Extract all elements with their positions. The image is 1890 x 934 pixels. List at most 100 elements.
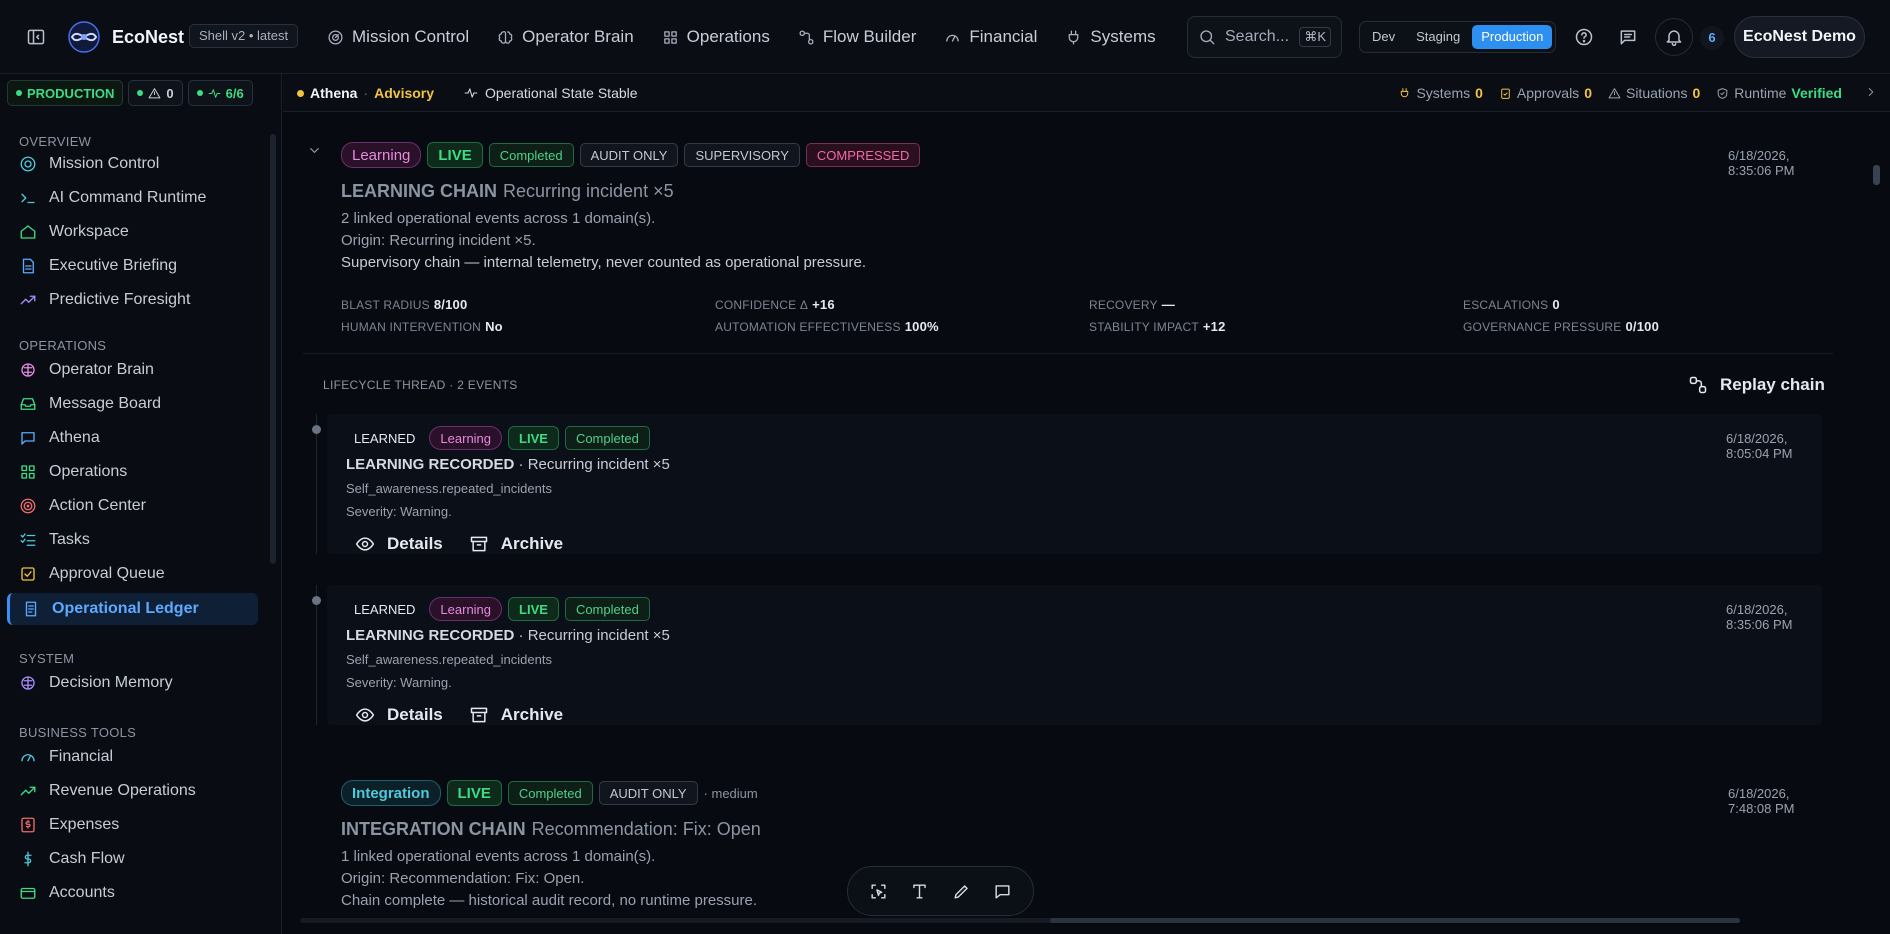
sidebar-item-athena[interactable]: Athena (7, 422, 258, 454)
status-strip: Athena · Advisory Operational State Stab… (283, 75, 1890, 112)
search-placeholder[interactable]: Search... (1225, 28, 1289, 46)
metric-human-intervention: HUMAN INTERVENTION No (341, 319, 715, 334)
sidebar-item-workspace[interactable]: Workspace (7, 216, 258, 248)
nav-financial[interactable]: Financial (941, 24, 1054, 50)
sidebar-item-tasks[interactable]: Tasks (7, 524, 258, 556)
select-icon[interactable] (869, 882, 888, 901)
chevron-right-icon[interactable] (1864, 85, 1878, 99)
status-dot (297, 89, 304, 97)
sidebar-item-action-center[interactable]: Action Center (7, 490, 258, 522)
speedometer-icon (946, 34, 960, 42)
text-icon[interactable] (910, 882, 929, 901)
sidebar-item-decision-memory[interactable]: Decision Memory (7, 667, 258, 699)
help-icon[interactable] (1574, 27, 1594, 47)
main-vertical-scrollbar[interactable] (1873, 120, 1880, 910)
systems-counter[interactable]: Systems 0 (1398, 85, 1483, 101)
chain-subtitle: Recurring incident ×5 (503, 181, 674, 201)
chain-metrics: BLAST RADIUS 8/100 CONFIDENCE Δ +16 RECOVE… (341, 297, 1741, 334)
health-status-pill[interactable]: 6/6 (187, 80, 253, 106)
systems-label: Systems (1416, 85, 1471, 101)
search-box[interactable]: Search... ⌘K (1187, 16, 1342, 58)
sidebar-item-mission-control[interactable]: Mission Control (7, 148, 258, 180)
nav-systems[interactable]: Systems (1062, 24, 1172, 50)
messages-icon[interactable] (1618, 27, 1638, 47)
comment-icon[interactable] (993, 882, 1012, 901)
nav-operator-brain[interactable]: Operator Brain (494, 24, 651, 50)
sidebar-item-operator-brain[interactable]: Operator Brain (7, 354, 258, 386)
pen-icon[interactable] (952, 882, 971, 901)
chevron-down-icon[interactable] (307, 143, 322, 158)
notifications-bell-icon[interactable] (1655, 18, 1693, 56)
sidebar-item-operations[interactable]: Operations (7, 456, 258, 488)
checkbox-icon (21, 567, 35, 581)
notification-count-badge[interactable]: 6 (1700, 26, 1724, 50)
chain-description: 2 linked operational events across 1 dom… (341, 208, 866, 274)
event-title-main: LEARNING RECORDED (346, 627, 515, 644)
athena-label: Athena (310, 85, 358, 101)
athena-mode-indicator[interactable]: Athena · Advisory (297, 85, 434, 101)
main-horizontal-scrollbar[interactable] (300, 918, 1740, 923)
sidebar-item-cash-flow[interactable]: Cash Flow (7, 843, 258, 875)
sidebar-item-ai-command-runtime[interactable]: AI Command Runtime (7, 182, 258, 214)
event-source: Self_awareness.repeated_incidents (346, 652, 552, 667)
event-actions: Details Archive (355, 534, 563, 554)
sidebar-item-message-board[interactable]: Message Board (7, 388, 258, 420)
env-production-button[interactable]: Production (1472, 25, 1553, 49)
sidebar-item-operational-ledger[interactable]: Operational Ledger (7, 593, 258, 625)
sidebar-scrollbar[interactable] (270, 134, 276, 564)
chain-badges: Integration LIVE Completed AUDIT ONLY · … (341, 780, 758, 806)
env-staging-button[interactable]: Staging (1407, 25, 1469, 49)
nav-flow-builder[interactable]: Flow Builder (795, 24, 934, 50)
dollar-icon (24, 851, 32, 867)
target-icon (20, 498, 36, 514)
sidebar-item-revenue-operations[interactable]: Revenue Operations (7, 775, 258, 807)
situations-counter[interactable]: Situations 0 (1608, 85, 1700, 101)
event-badges: LEARNED Learning LIVE Completed (346, 597, 650, 621)
details-button[interactable]: Details (355, 534, 443, 554)
env-dev-button[interactable]: Dev (1363, 25, 1404, 49)
sidebar-item-financial[interactable]: Financial (7, 741, 258, 773)
type-badge: Learning (429, 597, 503, 621)
sidebar-item-executive-briefing[interactable]: Executive Briefing (7, 250, 258, 282)
inbox-icon (20, 398, 36, 410)
warning-icon (148, 87, 161, 98)
sidebar-item-approval-queue[interactable]: Approval Queue (7, 558, 258, 590)
alerts-status-pill[interactable]: 0 (128, 80, 183, 106)
nav-mission-control[interactable]: Mission Control (324, 24, 486, 50)
sidebar-toggle-icon[interactable] (26, 27, 46, 47)
section-business-tools: BUSINESS TOOLS (19, 725, 137, 740)
replay-chain-button[interactable]: Replay chain (1688, 375, 1825, 395)
archive-button[interactable]: Archive (469, 705, 563, 725)
search-icon (1200, 30, 1215, 45)
sidebar-item-expenses[interactable]: Expenses (7, 809, 258, 841)
sidebar-label: Action Center (49, 497, 146, 514)
archive-button[interactable]: Archive (469, 534, 563, 554)
econest-logo-icon (66, 20, 102, 54)
sidebar-label: Workspace (49, 223, 129, 240)
metric-label: GOVERNANCE PRESSURE (1463, 320, 1622, 334)
shell-version-badge: Shell v2 • latest (189, 24, 299, 48)
sidebar-item-accounts[interactable]: Accounts (7, 877, 258, 909)
event-badges: LEARNED Learning LIVE Completed (346, 426, 650, 450)
brand-name[interactable]: EcoNest (112, 27, 184, 48)
section-system: SYSTEM (19, 651, 75, 666)
sidebar-label: Executive Briefing (49, 257, 178, 274)
production-status-pill[interactable]: PRODUCTION (7, 80, 124, 106)
nav-operations[interactable]: Operations (659, 24, 787, 50)
flow-icon (799, 29, 814, 45)
lifecycle-event: LEARNED Learning LIVE Completed 6/18/202… (312, 414, 1822, 554)
sidebar-item-predictive-foresight[interactable]: Predictive Foresight (7, 284, 258, 316)
user-menu-button[interactable]: EcoNest Demo (1734, 16, 1865, 58)
details-button[interactable]: Details (355, 705, 443, 725)
sidebar-label: Financial (49, 748, 114, 765)
situations-count: 0 (1692, 85, 1701, 101)
sidebar-label: Cash Flow (49, 850, 125, 867)
scroll-thumb[interactable] (1873, 165, 1880, 185)
sidebar-status-row: PRODUCTION 0 6/6 (7, 80, 253, 106)
approvals-counter[interactable]: Approvals 0 (1499, 85, 1592, 101)
event-severity: Severity: Warning. (346, 504, 452, 519)
event-title-main: LEARNING RECORDED (346, 456, 515, 473)
sidebar-label: Approval Queue (49, 565, 165, 582)
runtime-status[interactable]: Runtime Verified (1716, 85, 1842, 101)
scroll-thumb[interactable] (1050, 918, 1740, 923)
